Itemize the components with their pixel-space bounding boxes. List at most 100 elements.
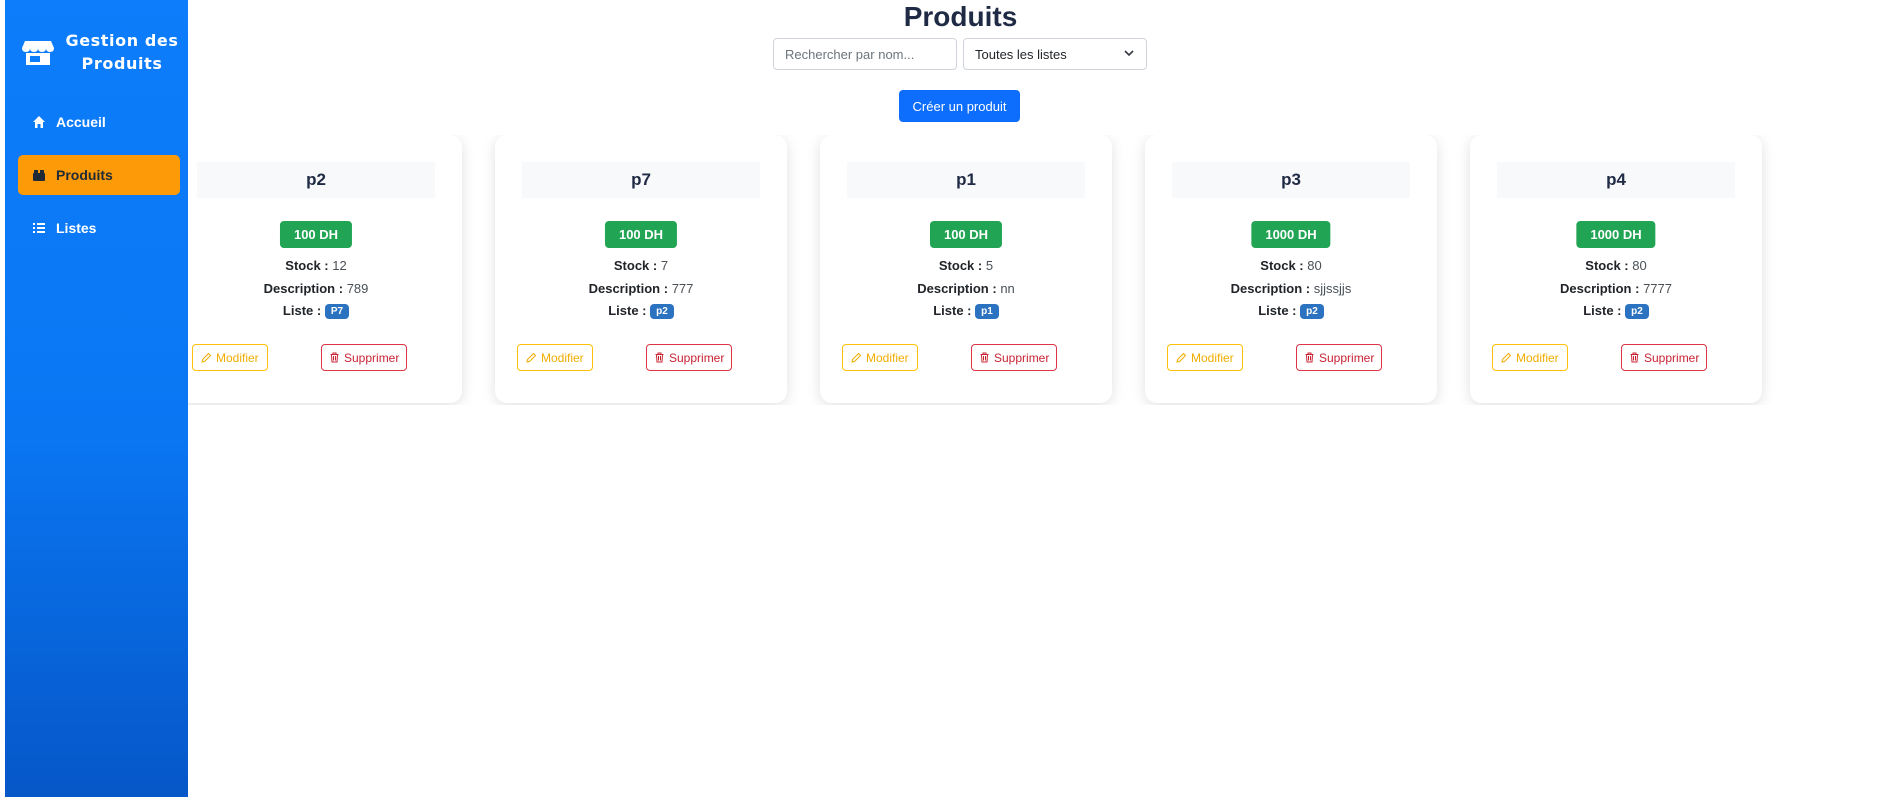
stock-label: Stock :	[613, 258, 658, 273]
liste-badge: p2	[650, 304, 674, 319]
description-label: Description :	[263, 281, 344, 296]
stock-value: 7	[660, 258, 669, 273]
edit-label: Modifier	[866, 350, 909, 365]
store-icon	[22, 38, 54, 66]
liste-label: Liste :	[933, 303, 972, 318]
stock-field: Stock : 80	[1145, 258, 1437, 273]
liste-label: Liste :	[608, 303, 647, 318]
liste-label: Liste :	[1583, 303, 1622, 318]
product-card: p1 100 DH Stock : 5 Description : nn Lis…	[820, 135, 1112, 403]
trash-icon	[654, 352, 665, 363]
stock-field: Stock : 7	[495, 258, 787, 273]
sidebar-item-label: Listes	[56, 220, 97, 236]
description-label: Description :	[917, 281, 997, 296]
sidebar-item-listes[interactable]: Listes	[18, 208, 180, 248]
page-title: Produits	[903, 1, 1018, 32]
description-label: Description :	[1230, 281, 1311, 296]
delete-button[interactable]: Supprimer	[646, 344, 733, 371]
stock-label: Stock :	[1260, 258, 1304, 273]
stock-field: Stock : 80	[1470, 258, 1762, 273]
edit-button[interactable]: Modifier	[1492, 344, 1568, 371]
product-name: p1	[847, 162, 1085, 198]
create-product-button[interactable]: Créer un produit	[899, 90, 1020, 122]
edit-button[interactable]: Modifier	[1167, 344, 1243, 371]
liste-field: Liste : p1	[820, 303, 1112, 319]
stock-value: 12	[332, 258, 347, 273]
sidebar-item-accueil[interactable]: Accueil	[18, 102, 180, 142]
stock-label: Stock :	[1585, 258, 1629, 273]
delete-label: Supprimer	[669, 350, 725, 365]
product-card: p3 1000 DH Stock : 80 Description : sjjs…	[1145, 135, 1437, 403]
description-value: sjjssjjs	[1313, 281, 1352, 296]
description-field: Description : nn	[820, 281, 1112, 296]
liste-badge: P7	[324, 304, 350, 319]
edit-label: Modifier	[216, 350, 259, 365]
delete-label: Supprimer	[1319, 350, 1375, 365]
price-badge: 1000 DH	[1576, 221, 1656, 248]
pencil-icon	[201, 352, 212, 363]
stock-value: 5	[985, 258, 994, 273]
sidebar-item-label: Accueil	[56, 114, 106, 130]
boxes-icon	[32, 168, 46, 182]
trash-icon	[329, 352, 340, 363]
list-icon	[32, 221, 46, 235]
delete-label: Supprimer	[344, 350, 400, 365]
product-name: p7	[522, 162, 760, 198]
edit-button[interactable]: Modifier	[192, 344, 268, 371]
delete-label: Supprimer	[1644, 350, 1700, 365]
description-value: 789	[346, 281, 369, 296]
liste-label: Liste :	[1258, 303, 1297, 318]
delete-button[interactable]: Supprimer	[1296, 344, 1383, 371]
pencil-icon	[1176, 352, 1187, 363]
home-icon	[32, 115, 46, 129]
delete-button[interactable]: Supprimer	[971, 344, 1058, 371]
liste-field: Liste : p2	[495, 303, 787, 319]
price-badge: 100 DH	[929, 221, 1003, 248]
sidebar: Gestion des Produits Accueil Produits Li…	[5, 0, 188, 797]
sidebar-item-label: Produits	[56, 167, 113, 183]
chevron-down-icon	[1123, 47, 1135, 62]
edit-label: Modifier	[541, 350, 584, 365]
product-card: p2 100 DH Stock : 12 Description : 789 L…	[188, 135, 462, 403]
liste-field: Liste : P7	[188, 303, 462, 319]
sidebar-nav: Accueil Produits Listes	[18, 102, 180, 261]
liste-badge: p1	[975, 304, 999, 319]
price-badge: 1000 DH	[1251, 221, 1331, 248]
description-label: Description :	[1559, 281, 1640, 296]
product-card: p4 1000 DH Stock : 80 Description : 7777…	[1470, 135, 1762, 403]
description-field: Description : 777	[495, 281, 787, 296]
edit-label: Modifier	[1191, 350, 1234, 365]
description-field: Description : 789	[188, 281, 462, 296]
edit-label: Modifier	[1516, 350, 1559, 365]
trash-icon	[1304, 352, 1315, 363]
liste-field: Liste : p2	[1470, 303, 1762, 319]
product-grid: p2 100 DH Stock : 12 Description : 789 L…	[188, 135, 1902, 405]
liste-badge: p2	[1300, 304, 1324, 319]
brand-title: Gestion des Produits	[65, 31, 179, 73]
product-card: p7 100 DH Stock : 7 Description : 777 Li…	[495, 135, 787, 403]
edit-button[interactable]: Modifier	[842, 344, 918, 371]
edit-button[interactable]: Modifier	[517, 344, 593, 371]
delete-label: Supprimer	[994, 350, 1050, 365]
stock-value: 80	[1632, 258, 1647, 273]
product-name: p2	[197, 162, 435, 198]
description-value: 777	[671, 281, 694, 296]
stock-label: Stock :	[285, 258, 329, 273]
sidebar-item-produits[interactable]: Produits	[18, 155, 180, 195]
description-value: nn	[1000, 281, 1015, 296]
delete-button[interactable]: Supprimer	[1621, 344, 1708, 371]
stock-value: 80	[1307, 258, 1322, 273]
product-name: p3	[1172, 162, 1410, 198]
product-name: p4	[1497, 162, 1735, 198]
delete-button[interactable]: Supprimer	[321, 344, 408, 371]
list-filter-select[interactable]: Toutes les listes	[963, 38, 1147, 70]
search-input[interactable]	[773, 38, 957, 70]
description-field: Description : 7777	[1470, 281, 1762, 296]
liste-field: Liste : p2	[1145, 303, 1437, 319]
trash-icon	[1629, 352, 1640, 363]
stock-field: Stock : 12	[188, 258, 462, 273]
liste-label: Liste :	[282, 303, 322, 318]
pencil-icon	[851, 352, 862, 363]
brand[interactable]: Gestion des Produits	[22, 26, 182, 78]
stock-field: Stock : 5	[820, 258, 1112, 273]
